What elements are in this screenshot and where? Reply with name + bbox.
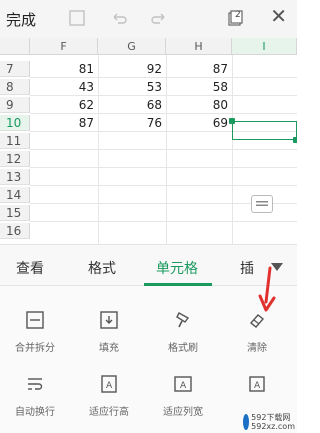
top-toolbar: 完成 2 ✕ <box>0 0 297 38</box>
page-count: 2 <box>235 10 241 20</box>
row-header-8[interactable]: 8 <box>0 79 30 95</box>
more-tool-button[interactable]: A <box>222 374 292 403</box>
tab-bar: 查看 格式 单元格 插 <box>0 244 297 286</box>
watermark-line2: 592xz.com <box>251 422 295 431</box>
cell-tool-panel: 合并拆分 填充 格式刷 清除 自动换行 A 适应行高 A 适应列宽 A <box>0 286 297 433</box>
cell-h8[interactable]: 58 <box>166 79 228 95</box>
fill-button[interactable]: 填充 <box>74 310 144 354</box>
cell-f9[interactable]: 62 <box>30 97 94 113</box>
watermark-logo-icon <box>243 414 250 430</box>
wrap-text-icon <box>28 378 43 390</box>
merge-split-label: 合并拆分 <box>15 343 55 354</box>
svg-text:A: A <box>180 381 187 391</box>
spreadsheet-grid[interactable]: F G H I 7 8 9 10 11 12 13 14 15 16 81 92… <box>0 38 297 244</box>
close-icon[interactable]: ✕ <box>270 6 287 26</box>
corner-cell[interactable] <box>0 38 30 55</box>
format-painter-button[interactable]: 格式刷 <box>148 310 218 354</box>
cell-g10[interactable]: 76 <box>98 115 162 131</box>
wrap-text-button[interactable]: 自动换行 <box>0 374 70 418</box>
grid-line <box>30 149 297 150</box>
svg-text:A: A <box>106 381 113 391</box>
fit-column-width-button[interactable]: A 适应列宽 <box>148 374 218 418</box>
row-header-16[interactable]: 16 <box>0 223 30 239</box>
clear-label: 清除 <box>247 343 267 354</box>
undo-icon[interactable] <box>110 9 128 27</box>
done-button[interactable]: 完成 <box>6 9 36 30</box>
clear-button[interactable]: 清除 <box>222 310 292 354</box>
redo-icon[interactable] <box>150 9 168 27</box>
grid-line <box>30 77 297 78</box>
cell-h7[interactable]: 87 <box>166 61 228 77</box>
grid-line <box>30 113 297 114</box>
merge-split-icon <box>26 311 44 329</box>
cell-f7[interactable]: 81 <box>30 61 94 77</box>
selection-handle-top[interactable] <box>229 118 235 124</box>
cell-h9[interactable]: 80 <box>166 97 228 113</box>
row-header-12[interactable]: 12 <box>0 151 30 167</box>
cell-g8[interactable]: 53 <box>98 79 162 95</box>
format-painter-icon <box>176 312 190 328</box>
cell-f10[interactable]: 87 <box>30 115 94 131</box>
tab-format[interactable]: 格式 <box>88 258 116 278</box>
row-header-11[interactable]: 11 <box>0 133 30 149</box>
cell-g9[interactable]: 68 <box>98 97 162 113</box>
fit-column-width-label: 适应列宽 <box>163 407 203 418</box>
tab-view[interactable]: 查看 <box>16 258 44 278</box>
row-header-9[interactable]: 9 <box>0 97 30 113</box>
column-header-f[interactable]: F <box>30 38 98 55</box>
row-header-15[interactable]: 15 <box>0 205 30 221</box>
cell-f8[interactable]: 43 <box>30 79 94 95</box>
more-tool-icon: A <box>249 376 265 392</box>
fit-column-width-icon: A <box>174 376 192 392</box>
row-header-10[interactable]: 10 <box>0 115 30 131</box>
fill-label: 填充 <box>99 343 119 354</box>
selection-handle-bottom[interactable] <box>293 137 297 143</box>
spreadsheet-app: { "toolbar": { "done_label": "完成", "page… <box>0 0 297 433</box>
column-header-i[interactable]: I <box>232 38 297 55</box>
fit-row-height-button[interactable]: A 适应行高 <box>74 374 144 418</box>
fit-row-height-label: 适应行高 <box>89 407 129 418</box>
save-icon[interactable] <box>68 9 86 27</box>
grid-line <box>30 185 297 186</box>
grid-line <box>30 221 297 222</box>
merge-split-button[interactable]: 合并拆分 <box>0 310 70 354</box>
format-painter-label: 格式刷 <box>168 343 198 354</box>
watermark-line1: 592下载网 <box>251 413 291 422</box>
tab-insert[interactable]: 插 <box>240 258 254 278</box>
grid-line <box>30 167 297 168</box>
column-header-g[interactable]: G <box>98 38 166 55</box>
red-arrow-annotation <box>258 266 276 312</box>
watermark: 592下载网 592xz.com <box>243 413 295 431</box>
fit-row-height-icon: A <box>101 375 117 393</box>
cell-h10[interactable]: 69 <box>166 115 228 131</box>
cell-g7[interactable]: 92 <box>98 61 162 77</box>
wrap-text-label: 自动换行 <box>15 407 55 418</box>
fill-icon <box>100 311 118 329</box>
keyboard-icon[interactable] <box>251 195 273 213</box>
row-header-13[interactable]: 13 <box>0 169 30 185</box>
selected-cell-i10[interactable] <box>232 121 297 140</box>
grid-line <box>30 95 297 96</box>
grid-line <box>232 55 233 244</box>
tab-cell[interactable]: 单元格 <box>156 258 198 278</box>
column-header-h[interactable]: H <box>166 38 232 55</box>
row-header-14[interactable]: 14 <box>0 187 30 203</box>
svg-text:A: A <box>254 381 261 391</box>
row-header-7[interactable]: 7 <box>0 61 30 77</box>
